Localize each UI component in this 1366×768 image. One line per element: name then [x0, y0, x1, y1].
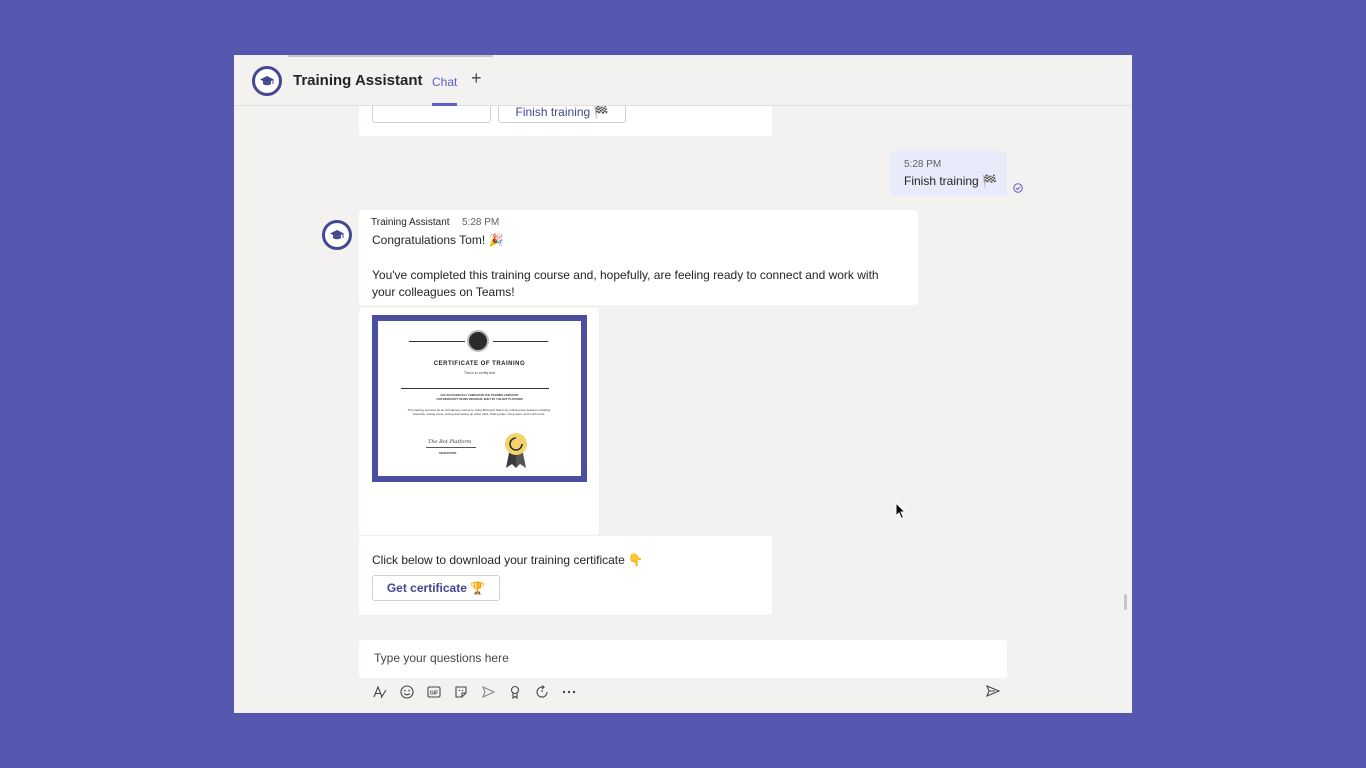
certificate-signature: The Bot Platform — [428, 439, 472, 445]
teams-window: Training Assistant Chat + Finish trainin… — [234, 55, 1132, 713]
certificate-subtitle: This is to certify that — [463, 371, 496, 375]
svg-text:GIF: GIF — [430, 691, 438, 697]
certificate-emblem — [467, 330, 489, 352]
add-tab-button[interactable]: + — [471, 69, 482, 87]
read-receipt-icon — [1013, 183, 1023, 193]
graduation-cap-icon — [330, 230, 344, 240]
message-text: Finish training 🏁 — [904, 174, 997, 188]
certificate-card: CERTIFICATE OF TRAINING This is to certi… — [359, 308, 599, 535]
meet-icon[interactable] — [479, 683, 497, 701]
gif-icon[interactable]: GIF — [425, 683, 443, 701]
emoji-icon[interactable] — [398, 683, 416, 701]
certificate-completed-2: FOR MICROSOFT TEAMS PROGRAM, BUILT BY TH… — [436, 398, 523, 401]
praise-icon[interactable] — [506, 683, 524, 701]
download-text: Click below to download your training ce… — [372, 553, 644, 567]
certificate-rule-left — [409, 341, 465, 342]
bot-message[interactable]: Training Assistant 5:28 PM Congratulatio… — [359, 210, 918, 305]
message-greeting: Congratulations Tom! 🎉 — [372, 233, 504, 247]
download-card: Click below to download your training ce… — [359, 536, 772, 615]
format-icon[interactable] — [371, 683, 389, 701]
certificate-image[interactable]: CERTIFICATE OF TRAINING This is to certi… — [372, 315, 587, 482]
bot-avatar[interactable] — [252, 66, 282, 96]
message-composer[interactable] — [359, 640, 1007, 678]
certificate-signature-label: SIGNATURE — [439, 451, 457, 455]
certificate-completed-1: HAS SUCCESSFULLY COMPLETED THE TRAINING … — [440, 394, 519, 397]
certificate-paper: CERTIFICATE OF TRAINING This is to certi… — [378, 321, 581, 476]
loading-indicator — [288, 55, 493, 57]
message-body: You've completed this training course an… — [372, 268, 879, 299]
sticker-icon[interactable] — [452, 683, 470, 701]
get-certificate-button[interactable]: Get certificate 🏆 — [372, 575, 500, 601]
tab-chat[interactable]: Chat — [432, 75, 457, 89]
send-button[interactable] — [985, 683, 1003, 701]
certificate-title: CERTIFICATE OF TRAINING — [433, 361, 526, 367]
more-icon[interactable] — [560, 683, 578, 701]
scrollbar-thumb[interactable] — [1124, 594, 1127, 610]
loop-icon[interactable] — [533, 683, 551, 701]
user-message[interactable]: 5:28 PM Finish training 🏁 — [890, 151, 1007, 196]
page-title: Training Assistant — [293, 72, 423, 89]
mouse-cursor-icon — [895, 502, 907, 520]
message-sender: Training Assistant — [371, 217, 450, 228]
message-input[interactable] — [372, 650, 976, 666]
award-ribbon-icon — [505, 433, 527, 468]
graduation-cap-icon — [260, 76, 274, 86]
send-icon — [986, 684, 1001, 698]
tab-active-indicator — [432, 103, 457, 106]
certificate-description: This training tool acts as an introducto… — [407, 408, 551, 416]
certificate-rule-right — [493, 341, 548, 342]
certificate-signature-line — [426, 447, 476, 448]
message-time: 5:28 PM — [904, 159, 942, 170]
message-time: 5:28 PM — [462, 217, 500, 228]
sender-avatar[interactable] — [322, 220, 352, 250]
certificate-name-line — [401, 388, 549, 389]
chat-header: Training Assistant Chat + — [234, 55, 1132, 106]
composer-toolbar: GIF — [371, 683, 578, 701]
